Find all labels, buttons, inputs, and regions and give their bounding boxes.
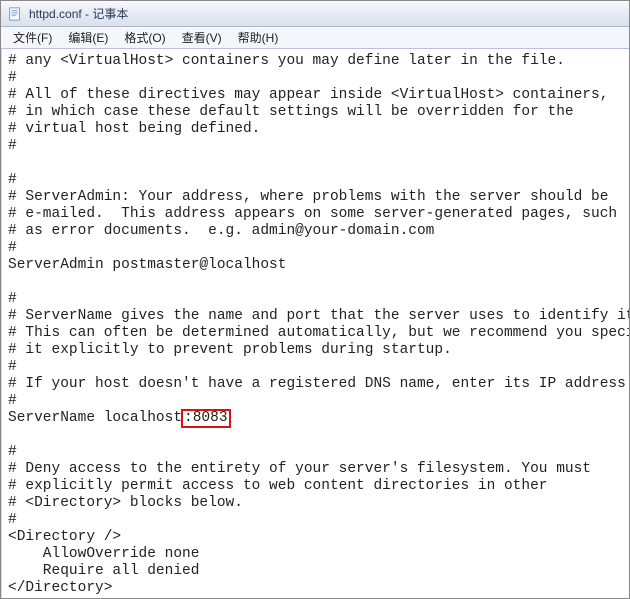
menu-format[interactable]: 格式(O) xyxy=(116,27,173,48)
window-title: httpd.conf - 记事本 xyxy=(29,5,128,22)
notepad-icon xyxy=(7,6,23,22)
menubar: 文件(F) 编辑(E) 格式(O) 查看(V) 帮助(H) xyxy=(1,27,629,49)
menu-file[interactable]: 文件(F) xyxy=(5,27,60,48)
content-wrap: # any <VirtualHost> containers you may d… xyxy=(1,49,629,598)
text-after: # # Deny access to the entirety of your … xyxy=(8,444,591,598)
menu-view[interactable]: 查看(V) xyxy=(174,27,230,48)
port-highlight: :8083 xyxy=(181,409,231,428)
notepad-window: httpd.conf - 记事本 文件(F) 编辑(E) 格式(O) 查看(V)… xyxy=(0,0,630,599)
menu-edit[interactable]: 编辑(E) xyxy=(60,27,116,48)
menu-help[interactable]: 帮助(H) xyxy=(230,27,287,48)
titlebar[interactable]: httpd.conf - 记事本 xyxy=(1,1,629,27)
text-area[interactable]: # any <VirtualHost> containers you may d… xyxy=(1,49,629,598)
text-before: # any <VirtualHost> containers you may d… xyxy=(8,53,629,426)
